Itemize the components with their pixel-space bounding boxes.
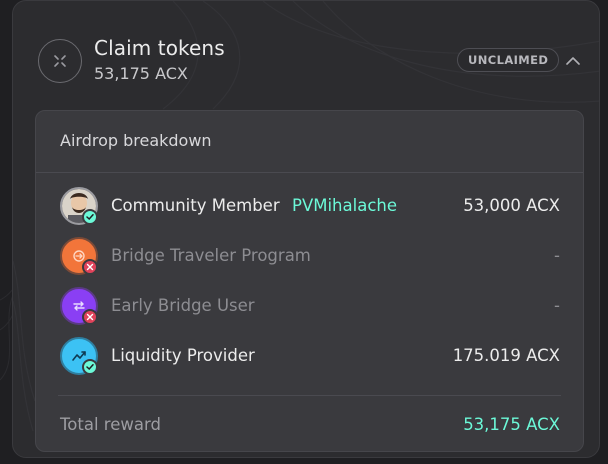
liquidity-provider-icon <box>60 337 98 375</box>
breakdown-title: Airdrop breakdown <box>60 131 212 150</box>
row-label: Bridge Traveler Program <box>111 246 311 265</box>
cross-icon <box>82 259 98 275</box>
total-reward-label: Total reward <box>60 415 161 434</box>
early-bridge-icon <box>60 287 98 325</box>
row-value: - <box>554 246 560 265</box>
avatar-icon <box>60 187 98 225</box>
divider <box>58 395 561 396</box>
breakdown-row-liquidity-provider: Liquidity Provider 175.019 ACX <box>36 334 583 378</box>
row-label: Early Bridge User <box>111 296 255 315</box>
divider <box>36 172 583 173</box>
row-value: 53,000 ACX <box>463 196 560 215</box>
check-icon <box>82 359 98 375</box>
row-username: PVMihalache <box>292 196 398 215</box>
row-value: - <box>554 296 560 315</box>
bridge-traveler-icon <box>60 237 98 275</box>
breakdown-row-early-bridge-user: Early Bridge User - <box>36 284 583 328</box>
breakdown-row-community-member: Community Member PVMihalache 53,000 ACX <box>36 184 583 228</box>
row-label: Community Member <box>111 196 280 215</box>
chevron-up-icon[interactable] <box>563 51 583 69</box>
row-label: Liquidity Provider <box>111 346 255 365</box>
breakdown-row-bridge-traveler: Bridge Traveler Program - <box>36 234 583 278</box>
claim-amount: 53,175 ACX <box>94 64 188 83</box>
claim-header[interactable]: Claim tokens 53,175 ACX UNCLAIMED <box>13 1 599 109</box>
claim-card: Claim tokens 53,175 ACX UNCLAIMED Airdro… <box>12 0 600 458</box>
status-badge: UNCLAIMED <box>457 48 560 72</box>
row-value: 175.019 ACX <box>452 346 560 365</box>
check-icon <box>82 209 98 225</box>
airdrop-breakdown-panel: Airdrop breakdown Community Member PVMih… <box>35 110 584 452</box>
cross-icon <box>82 309 98 325</box>
claim-title: Claim tokens <box>94 36 225 60</box>
acx-logo-icon <box>38 39 82 83</box>
total-reward-value: 53,175 ACX <box>463 415 560 434</box>
